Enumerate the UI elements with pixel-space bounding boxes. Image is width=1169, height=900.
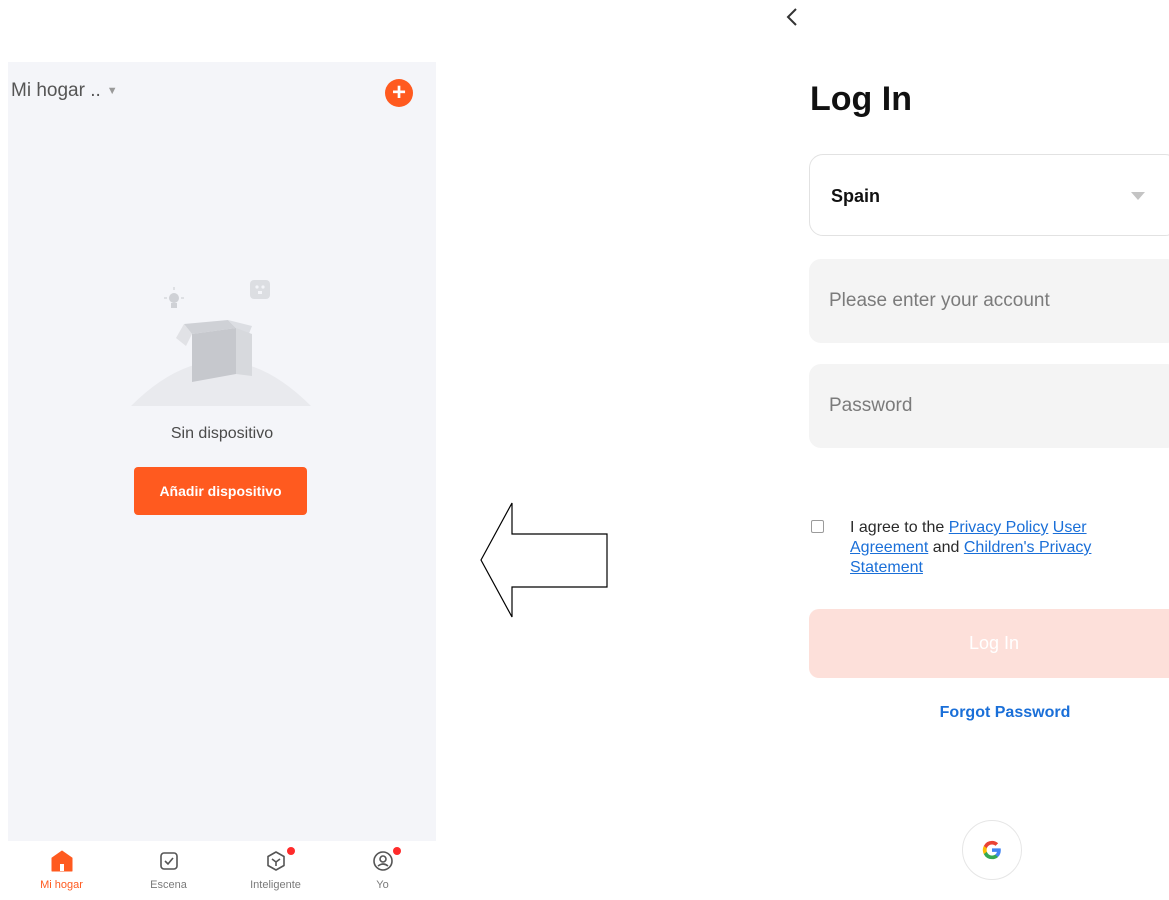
- tab-label: Inteligente: [250, 879, 301, 891]
- country-value: Spain: [831, 186, 881, 206]
- tab-label: Mi hogar: [40, 879, 83, 891]
- socket-icon: [250, 280, 270, 299]
- empty-state-message: Sin dispositivo: [170, 425, 274, 442]
- plus-icon: +: [391, 79, 406, 106]
- add-button[interactable]: +: [385, 79, 413, 107]
- smart-cube-icon: [266, 851, 285, 871]
- tab-inteligente[interactable]: Inteligente: [222, 841, 329, 900]
- tab-escena[interactable]: Escena: [115, 841, 222, 900]
- agreement-text: I agree to the Privacy Policy User Agree…: [850, 518, 1140, 578]
- notification-badge: [393, 847, 401, 855]
- left-arrow-icon: [480, 502, 608, 618]
- google-login-button[interactable]: [962, 820, 1022, 880]
- add-device-button[interactable]: Añadir dispositivo: [134, 467, 307, 515]
- agreement-and: and: [932, 539, 960, 556]
- google-icon: [982, 840, 1001, 860]
- agreement-prefix: I agree to the: [850, 519, 945, 536]
- page-title: Log In: [810, 80, 912, 118]
- empty-box-illustration: [131, 280, 311, 406]
- tab-mi-hogar[interactable]: Mi hogar: [8, 841, 115, 900]
- bulb-icon: [164, 287, 184, 308]
- home-selector-label: Mi hogar ..: [11, 80, 101, 101]
- privacy-policy-link[interactable]: Privacy Policy: [949, 519, 1049, 536]
- country-select[interactable]: Spain: [809, 154, 1169, 236]
- home-selector[interactable]: Mi hogar .. ▼: [11, 80, 118, 102]
- agree-checkbox[interactable]: [811, 520, 824, 533]
- caret-down-icon: ▼: [106, 85, 118, 97]
- bottom-tab-bar: Mi hogar Escena Inteligente Yo: [8, 841, 436, 900]
- scene-checkbox-icon: [159, 852, 178, 870]
- home-icon: [51, 850, 72, 872]
- account-input[interactable]: [809, 259, 1169, 343]
- home-screen: Mi hogar .. ▼ + Sin dispositivo Añadir d…: [8, 62, 436, 900]
- tab-label: Escena: [150, 879, 187, 891]
- tab-yo[interactable]: Yo: [329, 841, 436, 900]
- notification-badge: [287, 847, 295, 855]
- login-button[interactable]: Log In: [809, 609, 1169, 678]
- forgot-password-link[interactable]: Forgot Password: [920, 704, 1090, 722]
- profile-icon: [372, 851, 393, 871]
- caret-down-icon: [1131, 192, 1145, 200]
- tab-label: Yo: [376, 879, 389, 891]
- password-input[interactable]: [809, 364, 1169, 448]
- back-chevron-icon[interactable]: [782, 3, 806, 31]
